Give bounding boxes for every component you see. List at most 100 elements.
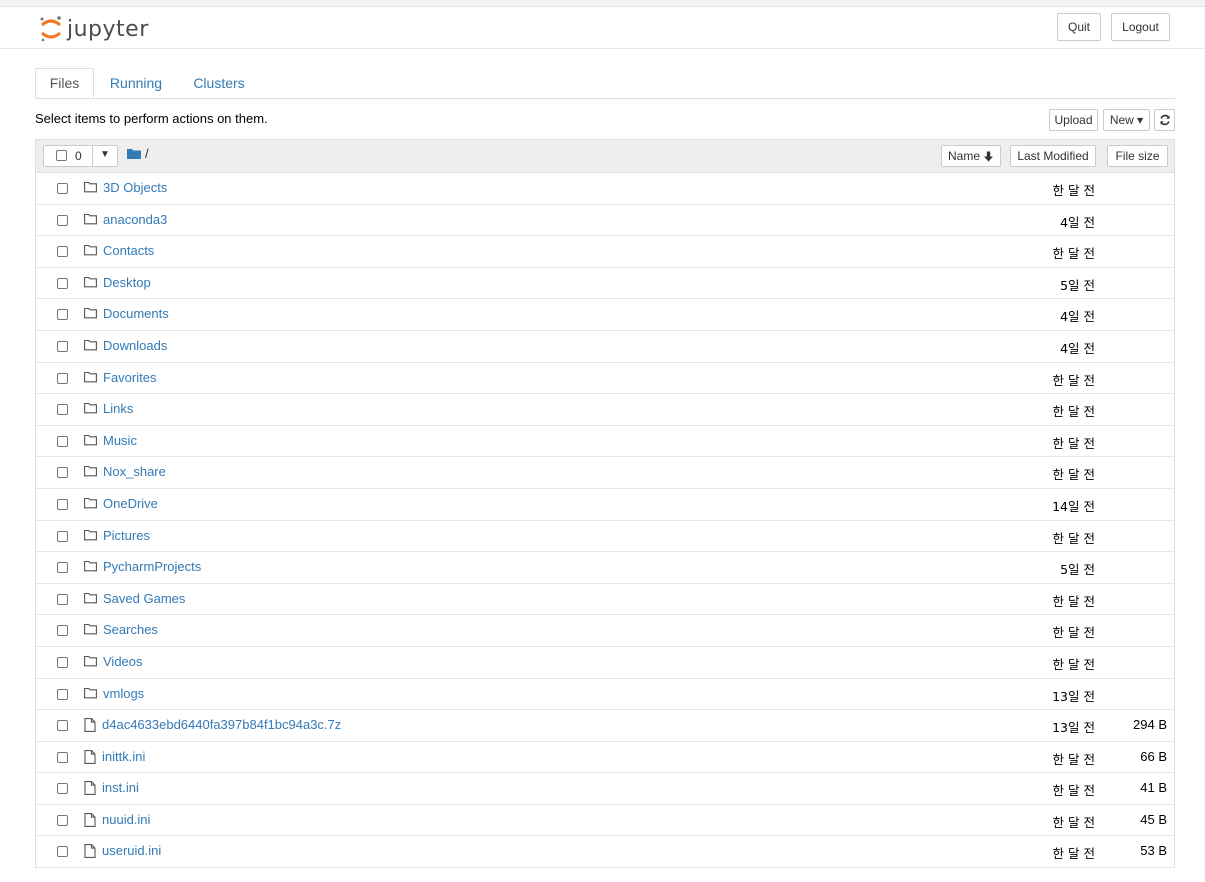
list-item[interactable]: inst.ini 한 달 전 41 B: [36, 773, 1174, 805]
item-checkbox[interactable]: [57, 309, 68, 321]
item-name-link[interactable]: d4ac4633ebd6440fa397b84f1bc94a3c.7z: [102, 717, 341, 732]
breadcrumb-root[interactable]: /: [145, 146, 149, 161]
list-item[interactable]: inittk.ini 한 달 전 66 B: [36, 742, 1174, 774]
item-checkbox[interactable]: [57, 277, 68, 289]
breadcrumb[interactable]: /: [127, 146, 149, 161]
list-item[interactable]: Pictures 한 달 전: [36, 521, 1174, 553]
item-file-size: 294 B: [1133, 717, 1167, 733]
list-item[interactable]: Links 한 달 전: [36, 394, 1174, 426]
item-name-link[interactable]: nuuid.ini: [102, 812, 150, 827]
item-checkbox[interactable]: [57, 340, 68, 352]
file-icon: [84, 812, 96, 830]
item-checkbox[interactable]: [57, 751, 68, 763]
item-last-modified: 한 달 전: [1052, 625, 1095, 641]
item-checkbox[interactable]: [57, 688, 68, 700]
item-name-link[interactable]: Pictures: [103, 528, 150, 543]
list-item[interactable]: d4ac4633ebd6440fa397b84f1bc94a3c.7z 13일 전…: [36, 710, 1174, 742]
logout-button[interactable]: Logout: [1111, 13, 1170, 41]
item-checkbox[interactable]: [57, 183, 68, 194]
list-item[interactable]: PycharmProjects 5일 전: [36, 552, 1174, 584]
item-name-link[interactable]: inittk.ini: [102, 749, 145, 764]
item-name-link[interactable]: useruid.ini: [102, 843, 161, 858]
item-name-link[interactable]: Videos: [103, 654, 143, 669]
item-last-modified: 한 달 전: [1052, 656, 1095, 672]
folder-solid-icon: [127, 149, 141, 159]
list-item[interactable]: useruid.ini 한 달 전 53 B: [36, 836, 1174, 869]
tab-files[interactable]: Files: [35, 68, 94, 98]
item-name-link[interactable]: Desktop: [103, 275, 151, 290]
list-item[interactable]: nuuid.ini 한 달 전 45 B: [36, 805, 1174, 837]
item-checkbox[interactable]: [57, 214, 68, 226]
item-checkbox[interactable]: [57, 246, 68, 258]
item-checkbox[interactable]: [57, 435, 68, 447]
list-item[interactable]: Videos 한 달 전: [36, 647, 1174, 679]
new-dropdown-button[interactable]: New ▾: [1103, 109, 1150, 131]
item-checkbox[interactable]: [57, 467, 68, 479]
sort-last-modified-button[interactable]: Last Modified: [1010, 145, 1096, 167]
item-checkbox[interactable]: [57, 783, 68, 795]
file-list: 0 ▼ / Name Last Modified File size 3D Ob…: [35, 139, 1175, 869]
list-item[interactable]: Desktop 5일 전: [36, 268, 1174, 300]
list-item[interactable]: 3D Objects 한 달 전: [36, 173, 1174, 205]
folder-icon: [84, 434, 97, 449]
list-item[interactable]: vmlogs 13일 전: [36, 679, 1174, 711]
list-item[interactable]: Contacts 한 달 전: [36, 236, 1174, 268]
item-checkbox[interactable]: [57, 593, 68, 605]
jupyter-logo[interactable]: jupyter: [39, 14, 149, 44]
list-item[interactable]: Saved Games 한 달 전: [36, 584, 1174, 616]
item-last-modified: 한 달 전: [1052, 593, 1095, 609]
refresh-button[interactable]: [1154, 109, 1175, 131]
list-item[interactable]: Music 한 달 전: [36, 426, 1174, 458]
item-name-link[interactable]: Nox_share: [103, 464, 166, 479]
list-item[interactable]: Documents 4일 전: [36, 299, 1174, 331]
sort-name-button[interactable]: Name: [941, 145, 1001, 167]
item-last-modified: 한 달 전: [1052, 751, 1095, 767]
item-checkbox[interactable]: [57, 404, 68, 416]
item-name-link[interactable]: OneDrive: [103, 496, 158, 511]
list-item[interactable]: Searches 한 달 전: [36, 615, 1174, 647]
item-last-modified: 14일 전: [1052, 498, 1095, 514]
item-name-link[interactable]: Saved Games: [103, 591, 185, 606]
item-checkbox[interactable]: [57, 530, 68, 542]
item-checkbox[interactable]: [57, 498, 68, 510]
select-all-checkbox[interactable]: [56, 150, 67, 161]
item-checkbox[interactable]: [57, 625, 68, 637]
select-all-control[interactable]: 0 ▼: [43, 145, 118, 167]
item-checkbox[interactable]: [57, 562, 68, 574]
item-name-link[interactable]: Contacts: [103, 243, 154, 258]
item-last-modified: 5일 전: [1060, 277, 1095, 293]
item-name-link[interactable]: inst.ini: [102, 780, 139, 795]
item-name-link[interactable]: Favorites: [103, 370, 156, 385]
item-name-link[interactable]: 3D Objects: [103, 180, 167, 195]
list-item[interactable]: Favorites 한 달 전: [36, 363, 1174, 395]
tab-clusters[interactable]: Clusters: [181, 68, 257, 98]
chevron-down-icon[interactable]: ▼: [100, 149, 110, 160]
item-name-link[interactable]: vmlogs: [103, 686, 144, 701]
quit-button[interactable]: Quit: [1057, 13, 1101, 41]
list-item[interactable]: Downloads 4일 전: [36, 331, 1174, 363]
tab-running[interactable]: Running: [101, 68, 171, 98]
list-item[interactable]: Nox_share 한 달 전: [36, 457, 1174, 489]
folder-icon: [84, 592, 97, 607]
item-checkbox[interactable]: [57, 720, 68, 732]
list-item[interactable]: anaconda3 4일 전: [36, 205, 1174, 237]
folder-icon: [84, 560, 97, 575]
item-name-link[interactable]: Links: [103, 401, 133, 416]
item-name-link[interactable]: anaconda3: [103, 212, 167, 227]
file-rows: 3D Objects 한 달 전 anaconda3 4일 전 Contacts 한 달 …: [36, 173, 1174, 869]
item-name-link[interactable]: Downloads: [103, 338, 167, 353]
logo-text: jupyter: [67, 16, 149, 42]
list-item[interactable]: OneDrive 14일 전: [36, 489, 1174, 521]
item-checkbox[interactable]: [57, 372, 68, 384]
item-name-link[interactable]: Music: [103, 433, 137, 448]
item-checkbox[interactable]: [57, 656, 68, 668]
file-icon: [84, 718, 96, 735]
item-name-link[interactable]: PycharmProjects: [103, 559, 201, 574]
upload-button[interactable]: Upload: [1049, 109, 1098, 131]
item-name-link[interactable]: Searches: [103, 622, 158, 637]
item-name-link[interactable]: Documents: [103, 306, 169, 321]
item-checkbox[interactable]: [57, 846, 68, 858]
folder-icon: [84, 402, 97, 417]
item-checkbox[interactable]: [57, 814, 68, 826]
sort-file-size-button[interactable]: File size: [1107, 145, 1168, 167]
